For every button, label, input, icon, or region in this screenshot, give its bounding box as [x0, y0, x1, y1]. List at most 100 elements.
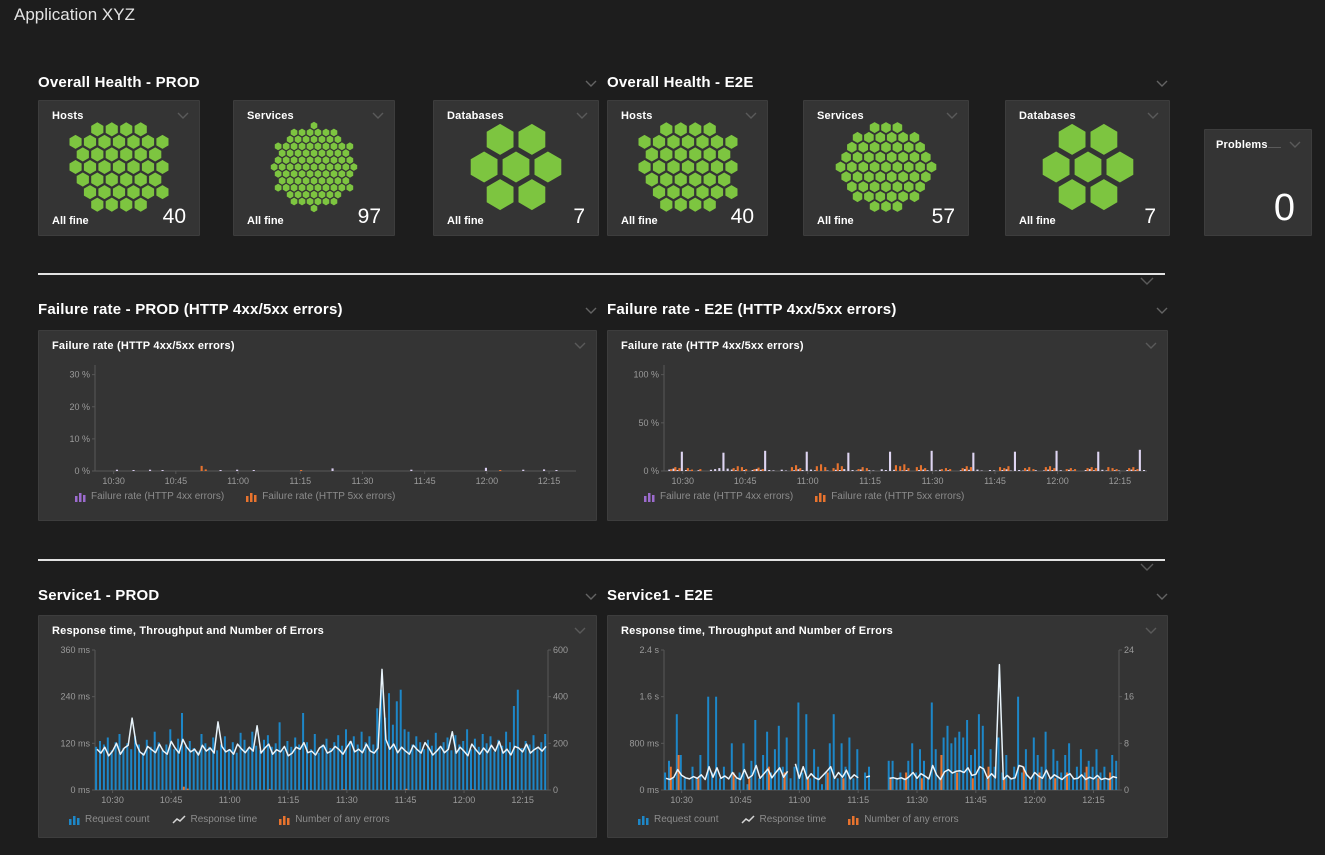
failure-rate-e2e-chart[interactable]: 0 %50 %100 %10:3010:4511:0011:1511:3011:… [618, 357, 1159, 489]
section-title-service-e2e: Service1 - E2E [607, 587, 713, 604]
chart-tile-failure-prod[interactable]: Failure rate (HTTP 4xx/5xx errors) 0 %10… [38, 330, 597, 521]
entity-count: 40 [163, 206, 186, 227]
honeycomb-health-icon [464, 121, 568, 213]
svg-text:12:00: 12:00 [453, 795, 476, 805]
legend-item-response-time[interactable]: Response time [741, 814, 827, 825]
chart-legend: Request count Response time Number of an… [638, 814, 959, 825]
tile-hosts-prod[interactable]: Hosts All fine 40 [38, 100, 200, 236]
svg-text:11:00: 11:00 [227, 476, 249, 486]
chevron-down-icon[interactable] [1145, 342, 1157, 349]
bar-chart-icon [75, 491, 86, 502]
svg-text:10:45: 10:45 [729, 795, 752, 805]
svg-text:10:45: 10:45 [160, 795, 183, 805]
svg-text:11:00: 11:00 [797, 476, 819, 486]
chevron-down-icon[interactable] [1156, 307, 1168, 314]
section-title-health-prod: Overall Health - PROD [38, 74, 200, 91]
svg-text:120 ms: 120 ms [60, 738, 90, 748]
tile-hosts-e2e[interactable]: Hosts All fine 40 [607, 100, 768, 236]
svg-text:800 ms: 800 ms [629, 738, 659, 748]
chart-tile-failure-e2e[interactable]: Failure rate (HTTP 4xx/5xx errors) 0 %50… [607, 330, 1168, 521]
entity-count: 97 [358, 206, 381, 227]
chevron-down-icon[interactable] [1147, 112, 1159, 119]
service-e2e-chart[interactable]: 0 ms800 ms1.6 s2.4 s08162410:3010:4511:0… [618, 642, 1159, 808]
svg-text:12:15: 12:15 [1082, 795, 1105, 805]
tile-services-e2e[interactable]: Services All fine 57 [803, 100, 969, 236]
legend-label: Number of any errors [295, 814, 389, 825]
svg-text:11:30: 11:30 [906, 795, 928, 805]
bar-chart-icon [69, 814, 80, 825]
service-prod-chart[interactable]: 0 ms120 ms240 ms360 ms020040060010:3010:… [49, 642, 588, 808]
section-collapse-chevron-icon[interactable] [1140, 277, 1154, 285]
chart-title: Response time, Throughput and Number of … [52, 625, 324, 637]
svg-text:10:30: 10:30 [102, 476, 125, 486]
chart-title: Response time, Throughput and Number of … [621, 625, 893, 637]
legend-item-request-count[interactable]: Request count [638, 814, 719, 825]
chevron-down-icon[interactable] [745, 112, 757, 119]
chart-tile-service-e2e[interactable]: Response time, Throughput and Number of … [607, 615, 1168, 838]
legend-label: Response time [760, 814, 827, 825]
legend-item-http-4xx[interactable]: Failure rate (HTTP 4xx errors) [644, 491, 793, 502]
problems-trend-dash [1268, 147, 1281, 148]
legend-item-http-5xx[interactable]: Failure rate (HTTP 5xx errors) [815, 491, 964, 502]
svg-text:11:45: 11:45 [984, 476, 1006, 486]
svg-text:30 %: 30 % [69, 370, 90, 380]
chevron-down-icon[interactable] [372, 112, 384, 119]
line-chart-icon [741, 815, 755, 825]
chevron-down-icon[interactable] [1156, 593, 1168, 600]
chevron-down-icon[interactable] [574, 627, 586, 634]
svg-text:360 ms: 360 ms [60, 645, 90, 655]
chevron-down-icon[interactable] [585, 307, 597, 314]
svg-text:11:15: 11:15 [289, 476, 311, 486]
chevron-down-icon[interactable] [1289, 141, 1301, 148]
chevron-down-icon[interactable] [946, 112, 958, 119]
section-title-failure-e2e: Failure rate - E2E (HTTP 4xx/5xx errors) [607, 301, 897, 318]
svg-text:10:30: 10:30 [670, 795, 693, 805]
tile-databases-e2e[interactable]: Databases All fine 7 [1005, 100, 1170, 236]
legend-item-http-4xx[interactable]: Failure rate (HTTP 4xx errors) [75, 491, 224, 502]
tile-databases-prod[interactable]: Databases All fine 7 [433, 100, 599, 236]
entity-count: 57 [932, 206, 955, 227]
chevron-down-icon[interactable] [177, 112, 189, 119]
svg-text:12:15: 12:15 [1109, 476, 1132, 486]
dashboard-page: Application XYZ Overall Health - PROD Ov… [0, 0, 1325, 855]
svg-text:8: 8 [1124, 738, 1129, 748]
chevron-down-icon[interactable] [574, 342, 586, 349]
svg-text:11:15: 11:15 [277, 795, 299, 805]
svg-text:50 %: 50 % [638, 418, 659, 428]
svg-text:10:45: 10:45 [734, 476, 757, 486]
section-collapse-chevron-icon[interactable] [1140, 563, 1154, 571]
chevron-down-icon[interactable] [1145, 627, 1157, 634]
chevron-down-icon[interactable] [585, 80, 597, 87]
legend-item-request-count[interactable]: Request count [69, 814, 150, 825]
chart-legend: Failure rate (HTTP 4xx errors) Failure r… [644, 491, 964, 502]
svg-text:0 %: 0 % [74, 466, 90, 476]
section-header-failure-e2e: Failure rate - E2E (HTTP 4xx/5xx errors) [607, 299, 1168, 319]
bar-chart-icon [848, 814, 859, 825]
chevron-down-icon[interactable] [576, 112, 588, 119]
failure-rate-prod-chart[interactable]: 0 %10 %20 %30 %10:3010:4511:0011:1511:30… [49, 357, 588, 489]
legend-label: Failure rate (HTTP 4xx errors) [660, 491, 793, 502]
tile-problems[interactable]: Problems 0 [1204, 129, 1312, 236]
legend-label: Failure rate (HTTP 4xx errors) [91, 491, 224, 502]
status-label: All fine [1019, 215, 1056, 227]
svg-text:11:45: 11:45 [965, 795, 987, 805]
legend-item-errors[interactable]: Number of any errors [279, 814, 389, 825]
status-label: All fine [52, 215, 89, 227]
svg-text:1.6 s: 1.6 s [639, 692, 659, 702]
legend-item-http-5xx[interactable]: Failure rate (HTTP 5xx errors) [246, 491, 395, 502]
svg-text:12:15: 12:15 [538, 476, 561, 486]
svg-text:16: 16 [1124, 692, 1134, 702]
svg-text:11:30: 11:30 [336, 795, 358, 805]
chevron-down-icon[interactable] [585, 593, 597, 600]
svg-text:11:15: 11:15 [847, 795, 869, 805]
chevron-down-icon[interactable] [1156, 80, 1168, 87]
bar-chart-icon [246, 491, 257, 502]
chart-tile-service-prod[interactable]: Response time, Throughput and Number of … [38, 615, 597, 838]
legend-label: Request count [85, 814, 150, 825]
tile-services-prod[interactable]: Services All fine 97 [233, 100, 395, 236]
legend-item-response-time[interactable]: Response time [172, 814, 258, 825]
section-header-health-e2e: Overall Health - E2E [607, 72, 1168, 92]
svg-text:12:00: 12:00 [476, 476, 499, 486]
section-header-service-e2e: Service1 - E2E [607, 585, 1168, 605]
legend-item-errors[interactable]: Number of any errors [848, 814, 958, 825]
